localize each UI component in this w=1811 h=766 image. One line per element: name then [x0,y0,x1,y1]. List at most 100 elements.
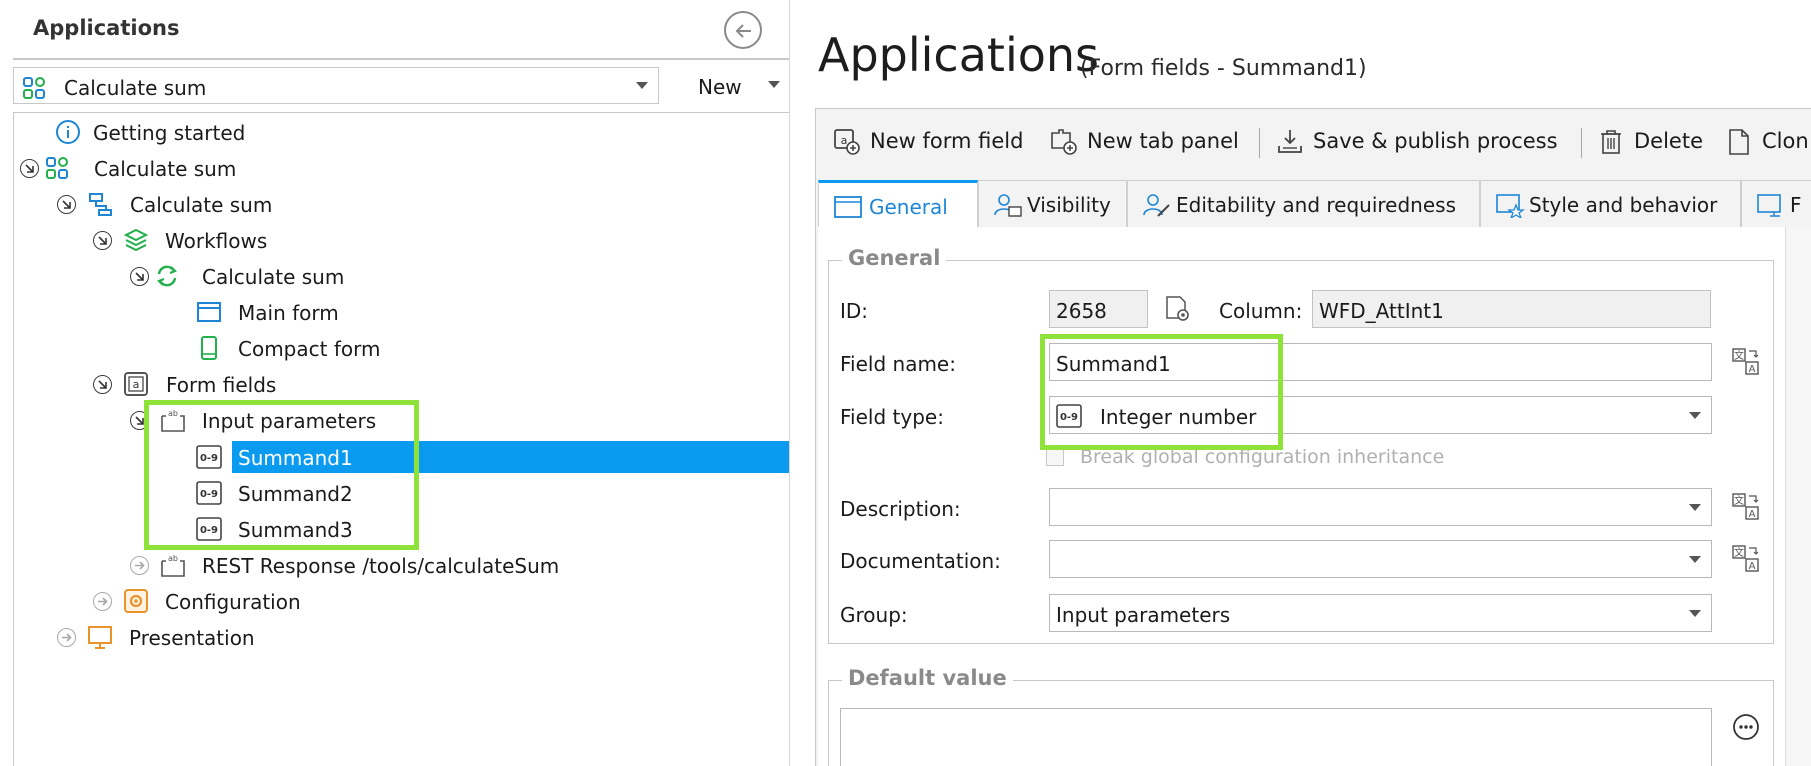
new-tab-panel-button[interactable]: New tab panel [1049,125,1244,159]
svg-text:a: a [133,378,140,391]
header-divider [13,58,790,60]
new-button[interactable]: New [672,67,790,104]
page-title: Applications [818,28,1099,82]
tree-item-label: Compact form [238,337,381,361]
translate-icon[interactable]: 文 A [1731,544,1761,574]
svg-text:文: 文 [1734,494,1744,507]
tab-editability[interactable]: Editability and requiredness [1127,180,1480,227]
default-value-group-title: Default value [842,666,1013,690]
tree-item-label: Calculate sum [202,265,345,289]
documentation-select[interactable] [1049,540,1712,578]
form-fields-icon: a [124,372,148,396]
svg-text:A: A [1749,509,1756,520]
tab-visibility-label: Visibility [1027,193,1111,217]
tree-item-label: Workflows [165,229,268,253]
svg-text:文: 文 [1734,546,1744,559]
application-select[interactable]: Calculate sum [13,67,659,104]
app-icon [23,77,45,99]
chevron-down-icon [768,81,780,88]
svg-text:ab: ab [168,554,178,563]
tree-item-label: Configuration [165,590,301,614]
tree-item-label: Getting started [93,121,246,145]
mobile-icon [201,336,217,360]
new-form-field-label: New form field [870,129,1024,153]
column-label: Column: [1219,299,1303,323]
tree-item-label: Presentation [129,626,255,650]
structure-icon [1757,194,1781,217]
more-options-icon[interactable] [1731,712,1761,742]
delete-button[interactable]: Delete [1596,125,1706,159]
trash-icon [1601,130,1621,154]
save-publish-button[interactable]: Save & publish process [1275,125,1565,159]
svg-text:文: 文 [1734,349,1744,362]
config-icon [124,589,148,613]
highlight-box-input-parameters [144,400,419,550]
new-button-label: New [698,75,742,99]
tree-item-label: REST Response /tools/calculateSum [202,554,560,578]
column-value: WFD_AttInt1 [1319,299,1444,323]
tab-style-behavior[interactable]: Style and behavior [1480,180,1741,227]
svg-text:a: a [841,134,848,147]
presentation-icon [88,626,112,649]
tab-more-label: F [1790,193,1802,217]
tab-visibility[interactable]: Visibility [978,180,1127,227]
collapse-icon[interactable] [57,195,76,214]
save-publish-icon [1278,130,1302,153]
new-form-field-icon: a [834,129,860,155]
info-icon [56,120,80,144]
translate-icon[interactable]: 文 A [1731,492,1761,522]
field-type-label: Field type: [840,405,944,429]
clone-button[interactable]: Clon [1724,125,1811,159]
save-publish-label: Save & publish process [1313,129,1558,153]
column-settings-icon[interactable] [1163,294,1193,324]
collapse-icon[interactable] [93,231,112,250]
clone-label: Clon [1762,129,1809,153]
user-edit-icon [1143,194,1170,217]
id-field[interactable]: 2658 [1049,290,1148,328]
toolbar-separator [1581,128,1582,158]
app-icon [46,157,68,179]
arrow-left-icon [735,24,751,38]
form-icon [834,196,862,218]
svg-text:A: A [1749,364,1756,375]
collapse-icon[interactable] [20,159,39,178]
chevron-down-icon [636,82,648,89]
style-star-icon [1496,194,1525,218]
general-group-title: General [842,246,947,270]
expand-icon[interactable] [130,556,149,575]
process-icon [89,193,112,216]
collapse-icon[interactable] [93,375,112,394]
collapse-icon[interactable] [130,267,149,286]
column-field[interactable]: WFD_AttInt1 [1312,290,1711,328]
default-value-editor[interactable] [840,708,1712,766]
tab-general-label: General [869,195,948,219]
user-eye-icon [994,194,1022,217]
description-select[interactable] [1049,488,1712,526]
chevron-down-icon [1689,504,1701,511]
tree-item-label: Calculate sum [130,193,273,217]
chevron-down-icon [1689,556,1701,563]
application-select-value: Calculate sum [64,76,207,100]
page-subtitle: (Form fields - Summand1) [1080,56,1367,81]
field-name-label: Field name: [840,352,956,376]
translate-icon[interactable]: 文 A [1731,347,1761,377]
side-panel-strip [1785,227,1811,766]
new-form-field-button[interactable]: a New form field [832,125,1032,159]
panel-splitter[interactable] [789,0,790,766]
tab-editability-label: Editability and requiredness [1176,193,1456,217]
form-icon [197,302,221,322]
documentation-label: Documentation: [840,549,1001,573]
group-icon: ab [161,554,185,577]
workflows-icon [123,228,149,252]
collapse-panel-button[interactable] [724,11,762,49]
tab-more[interactable]: F [1741,180,1811,227]
expand-icon[interactable] [57,628,76,647]
tab-general[interactable]: General [818,180,978,228]
id-value: 2658 [1056,299,1107,323]
clone-icon [1729,129,1749,155]
chevron-down-icon [1689,610,1701,617]
expand-icon[interactable] [93,592,112,611]
group-select[interactable]: Input parameters [1049,594,1712,632]
break-inheritance-checkbox[interactable] [1046,448,1064,466]
new-tab-panel-icon [1051,129,1077,155]
